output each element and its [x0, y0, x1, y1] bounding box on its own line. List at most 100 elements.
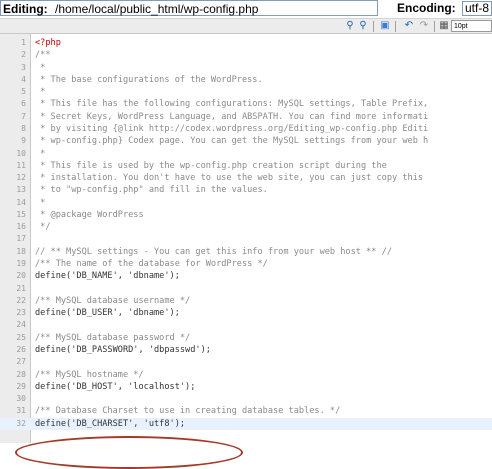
line-number: 27	[16, 357, 26, 367]
font-size-icon: ▦	[439, 20, 449, 31]
line-number: 6	[21, 99, 26, 109]
line-number: 2	[21, 50, 26, 60]
line-number: 25	[16, 332, 26, 342]
line-number: 13	[16, 185, 26, 195]
code-line[interactable]: 16 */	[0, 221, 492, 233]
code-text: /** Database Charset to use in creating …	[35, 406, 341, 417]
code-text: /**	[35, 50, 51, 61]
code-text: define('DB_NAME', 'dbname');	[35, 271, 180, 282]
file-path: /home/local/public_html/wp-config.php	[55, 2, 259, 16]
find-icon[interactable]: ⚲	[344, 20, 356, 32]
code-text: * Secret Keys, WordPress Language, and A…	[35, 111, 429, 122]
code-text: *	[35, 148, 46, 159]
code-line[interactable]: 31 /** Database Charset to use in creatin…	[0, 405, 492, 417]
code-line[interactable]: 18 // ** MySQL settings - You can get thi…	[0, 246, 492, 258]
toolbar-divider	[373, 21, 374, 32]
replace-icon[interactable]: ⚲	[357, 20, 369, 32]
editing-label: Editing:	[3, 2, 48, 16]
code-text: * installation. You don't have to use th…	[35, 173, 424, 184]
code-line[interactable]: 2 /**	[0, 49, 492, 61]
line-number: 15	[16, 209, 26, 219]
code-text: /** MySQL database username */	[35, 295, 191, 306]
code-line[interactable]: 12 * installation. You don't have to use…	[0, 172, 492, 184]
highlight-oval	[15, 436, 243, 469]
line-number: 9	[21, 136, 26, 146]
code-line[interactable]: 26 define('DB_PASSWORD', 'dbpasswd');	[0, 344, 492, 356]
line-number: 30	[16, 394, 26, 404]
code-text: // ** MySQL settings - You can get this …	[35, 246, 392, 257]
line-number: 7	[21, 111, 26, 121]
line-number: 14	[16, 197, 26, 207]
code-line[interactable]: 5 *	[0, 86, 492, 98]
code-line[interactable]: 24	[0, 319, 492, 331]
code-line[interactable]: 23 define('DB_USER', 'dbname');	[0, 307, 492, 319]
code-line[interactable]: 1 <?php	[0, 37, 492, 49]
editor-toolbar: ⚲ ⚲ ▣ ↶ ↷ ▦ 10pt	[0, 18, 492, 34]
line-number: 3	[21, 62, 26, 72]
code-line[interactable]: 8 * by visiting {@link http://codex.word…	[0, 123, 492, 135]
code-line[interactable]: 32 define('DB_CHARSET', 'utf8');	[0, 417, 492, 430]
toolbar-divider	[395, 21, 396, 32]
encoding-select[interactable]: utf-8	[462, 1, 492, 16]
code-text: * to "wp-config.php" and fill in the val…	[35, 185, 268, 196]
code-line[interactable]: 10 *	[0, 148, 492, 160]
line-number: 8	[21, 123, 26, 133]
code-text: *	[35, 197, 46, 208]
code-line[interactable]: 27	[0, 356, 492, 368]
code-line[interactable]: 25 /** MySQL database password */	[0, 332, 492, 344]
code-line[interactable]: 29 define('DB_HOST', 'localhost');	[0, 381, 492, 393]
code-line[interactable]: 6 * This file has the following configur…	[0, 98, 492, 110]
encoding-area: Encoding: utf-8	[386, 0, 492, 17]
code-line[interactable]: 7 * Secret Keys, WordPress Language, and…	[0, 111, 492, 123]
font-size-select[interactable]: 10pt	[451, 20, 492, 32]
line-number: 26	[16, 345, 26, 354]
code-line[interactable]: 9 * wp-config.php} Codex page. You can g…	[0, 135, 492, 147]
toolbar-divider	[434, 21, 435, 32]
code-text: <?php	[35, 38, 61, 48]
code-line[interactable]: 28 /** MySQL hostname */	[0, 369, 492, 381]
line-number: 18	[16, 246, 26, 256]
line-number: 12	[16, 173, 26, 183]
line-number: 24	[16, 320, 26, 330]
code-line[interactable]: 17	[0, 233, 492, 245]
code-line[interactable]: 21	[0, 283, 492, 295]
code-text: /** The name of the database for WordPre…	[35, 259, 268, 270]
top-bar: Editing: /home/local/public_html/wp-conf…	[0, 0, 492, 18]
code-text: /** MySQL hostname */	[35, 369, 144, 380]
line-number: 17	[16, 234, 26, 244]
code-editor[interactable]: 1 <?php 2/** 3 * 4 * The base configurations…	[0, 34, 492, 469]
line-number: 21	[16, 283, 26, 293]
code-line[interactable]: 22 /** MySQL database username */	[0, 295, 492, 307]
line-number: 28	[16, 369, 26, 379]
line-number: 29	[16, 381, 26, 391]
encoding-label: Encoding:	[397, 1, 456, 15]
line-number: 1	[21, 38, 26, 47]
code-line[interactable]: 19 /** The name of the database for WordP…	[0, 258, 492, 270]
line-number: 4	[21, 74, 26, 84]
code-line[interactable]: 20 define('DB_NAME', 'dbname');	[0, 270, 492, 282]
line-number: 11	[16, 160, 26, 170]
code-line[interactable]: 11 * This file is used by the wp-config.…	[0, 160, 492, 172]
code-text: * by visiting {@link http://codex.wordpr…	[35, 123, 429, 134]
code-text: define('DB_HOST', 'localhost');	[35, 381, 196, 392]
line-number: 16	[16, 222, 26, 232]
undo-icon[interactable]: ↶	[403, 20, 415, 32]
line-number: 22	[16, 295, 26, 305]
code-line[interactable]: 15 * @package WordPress	[0, 209, 492, 221]
code-text: * This file is used by the wp-config.php…	[35, 160, 387, 171]
code-line[interactable]: 4 * The base configurations of the WordP…	[0, 74, 492, 86]
code-line[interactable]: 13 * to "wp-config.php" and fill in the …	[0, 184, 492, 196]
code-line[interactable]: 3 *	[0, 62, 492, 74]
goto-line-icon[interactable]: ▣	[379, 20, 391, 32]
code-text: * wp-config.php} Codex page. You can get…	[35, 136, 429, 147]
code-text: define('DB_CHARSET', 'utf8');	[35, 418, 186, 429]
code-line[interactable]: 14 *	[0, 197, 492, 209]
code-text: *	[35, 87, 46, 98]
redo-icon[interactable]: ↷	[418, 20, 430, 32]
line-number: 23	[16, 308, 26, 318]
code-text: */	[35, 222, 51, 233]
code-line[interactable]: 30	[0, 393, 492, 405]
code-text: define('DB_PASSWORD', 'dbpasswd');	[35, 345, 211, 355]
file-path-field[interactable]: Editing: /home/local/public_html/wp-conf…	[0, 0, 378, 16]
line-number: 5	[21, 87, 26, 97]
